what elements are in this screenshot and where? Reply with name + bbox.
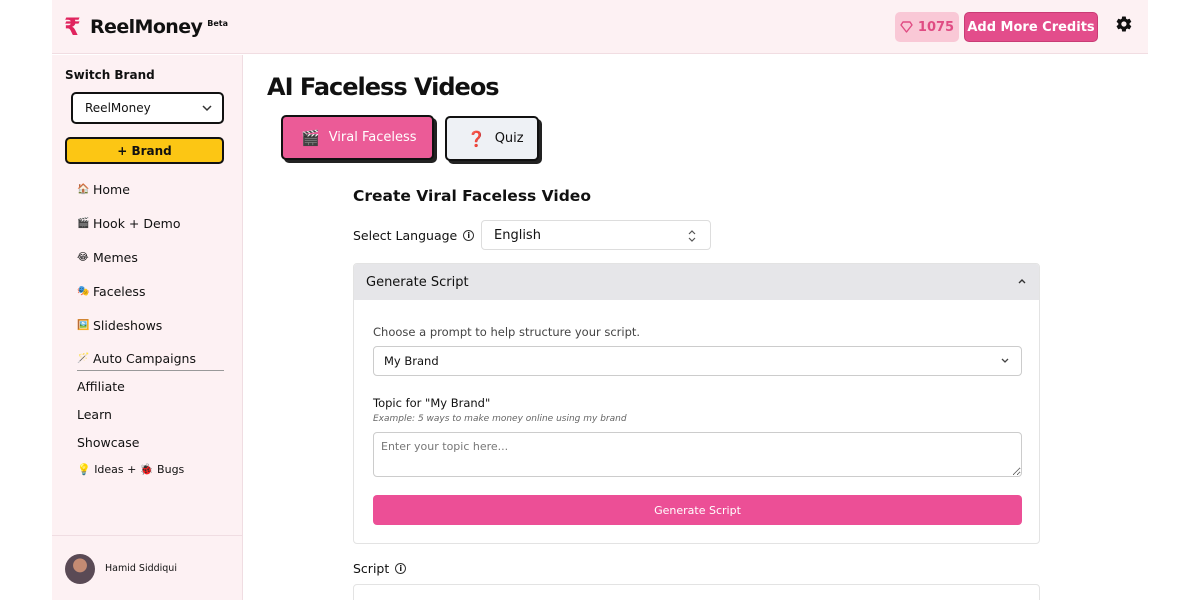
topic-example: Example: 5 ways to make money online usi…: [373, 414, 627, 424]
script-editor[interactable]: [353, 584, 1040, 600]
brand-name: ReelMoney: [90, 16, 203, 38]
top-bar: ₹ ReelMoney Beta 1075 Add More Credits: [52, 0, 1148, 54]
sidebar-item-label: Slideshows: [93, 317, 163, 333]
sidebar-item-label: Memes: [93, 249, 138, 265]
info-icon[interactable]: i: [463, 230, 475, 241]
sidebar-footer-divider: [52, 535, 242, 536]
sidebar-item-label: Home: [93, 182, 130, 198]
topic-input[interactable]: [373, 432, 1022, 477]
sidebar-divider: [77, 370, 224, 371]
laughing-face-icon: 😂: [77, 251, 89, 263]
prompt-label: Choose a prompt to help structure your s…: [373, 325, 641, 339]
user-name: Hamid Siddiqui: [105, 563, 177, 574]
sidebar-item-learn[interactable]: Learn: [77, 401, 184, 429]
logo[interactable]: ₹ ReelMoney Beta: [64, 14, 228, 40]
generate-script-button[interactable]: Generate Script: [373, 495, 1022, 525]
sidebar-item-faceless[interactable]: 🎭 Faceless: [77, 274, 196, 308]
credits-count: 1075: [917, 19, 955, 35]
rupee-icon: ₹: [64, 13, 81, 41]
sidebar-item-affiliate[interactable]: Affiliate: [77, 373, 184, 401]
sidebar-item-label: Faceless: [93, 283, 146, 299]
language-label: Select Language i: [353, 228, 475, 243]
sidebar: Switch Brand ReelMoney + Brand 🏠 Home 🎬 Ho…: [52, 55, 243, 600]
script-label: Script i: [353, 561, 407, 576]
main-content: AI Faceless Videos 🎬 Viral Faceless ❓ Qu…: [243, 55, 1148, 600]
beta-badge: Beta: [207, 18, 229, 28]
app-window: ₹ ReelMoney Beta 1075 Add More Credits S…: [52, 0, 1148, 600]
accordion-title: Generate Script: [366, 274, 469, 290]
sidebar-item-label: Hook + Demo: [93, 216, 181, 232]
page-title: AI Faceless Videos: [267, 73, 500, 101]
language-select[interactable]: English: [481, 220, 711, 250]
diamond-icon: [900, 21, 913, 33]
chevron-down-icon: [1001, 358, 1009, 363]
sidebar-item-hook-demo[interactable]: 🎬 Hook + Demo: [77, 207, 196, 241]
tab-label: Quiz: [494, 131, 524, 146]
masks-icon: 🎭: [77, 285, 90, 297]
sidebar-item-showcase[interactable]: Showcase: [77, 428, 184, 456]
sidebar-secondary-nav: Affiliate Learn Showcase 💡 Ideas + 🐞 Bug…: [77, 373, 184, 484]
chevron-up-icon: [1018, 279, 1026, 284]
home-icon: 🏠: [77, 184, 90, 196]
brand-select-value: ReelMoney: [85, 101, 151, 115]
sidebar-item-label: Auto Campaigns: [93, 351, 196, 367]
topic-label: Topic for "My Brand": [373, 396, 491, 410]
sidebar-item-home[interactable]: 🏠 Home: [77, 173, 196, 207]
sidebar-item-ideas-bugs[interactable]: 💡 Ideas + 🐞 Bugs: [77, 456, 184, 484]
sort-arrows-icon: [688, 230, 696, 242]
avatar[interactable]: [65, 554, 95, 584]
switch-brand-label: Switch Brand: [65, 68, 155, 82]
prompt-select[interactable]: My Brand: [373, 346, 1022, 376]
tab-viral-faceless[interactable]: 🎬 Viral Faceless: [281, 115, 434, 160]
brand-select[interactable]: ReelMoney: [71, 92, 224, 124]
generate-script-header[interactable]: Generate Script: [354, 264, 1039, 300]
credits-badge[interactable]: 1075: [895, 12, 959, 42]
prompt-select-value: My Brand: [384, 354, 439, 368]
sidebar-nav: 🏠 Home 🎬 Hook + Demo 😂 Memes 🎭 Faceless 🖼️ Sl…: [77, 173, 196, 376]
magic-wand-icon: 🪄: [77, 353, 90, 365]
form-title: Create Viral Faceless Video: [353, 187, 591, 205]
generate-script-panel: Generate Script Choose a prompt to help …: [353, 263, 1040, 544]
sidebar-item-memes[interactable]: 😂 Memes: [77, 241, 196, 275]
gear-icon[interactable]: [1115, 15, 1133, 33]
language-label-text: Select Language: [353, 228, 458, 243]
clapperboard-icon: 🎬: [77, 218, 90, 230]
clapperboard-icon: 🎬: [301, 128, 320, 147]
sidebar-item-slideshows[interactable]: 🖼️ Slideshows: [77, 308, 196, 342]
chevron-down-icon: [202, 105, 212, 112]
language-select-value: English: [494, 227, 541, 243]
picture-icon: 🖼️: [77, 319, 90, 331]
tab-label: Viral Faceless: [328, 130, 417, 145]
add-credits-button[interactable]: Add More Credits: [964, 12, 1098, 42]
info-icon[interactable]: i: [395, 563, 407, 574]
add-brand-button[interactable]: + Brand: [65, 137, 224, 164]
tab-quiz[interactable]: ❓ Quiz: [445, 116, 539, 161]
question-mark-icon: ❓: [467, 129, 486, 148]
script-label-text: Script: [353, 561, 390, 576]
